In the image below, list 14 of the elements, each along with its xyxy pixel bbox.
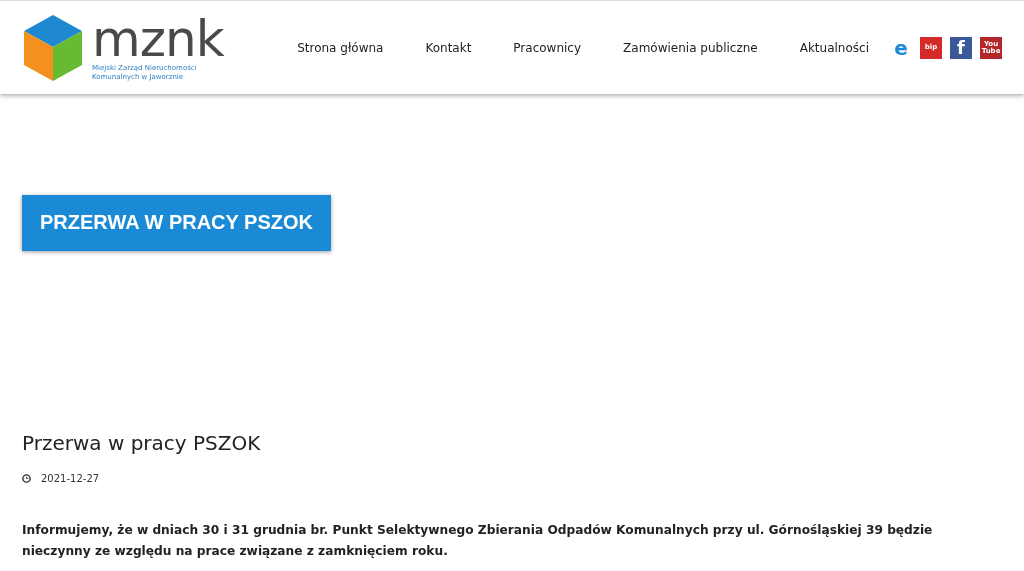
nav-link[interactable]: Strona główna: [276, 40, 405, 55]
cube-logo-icon: [22, 12, 84, 83]
nav-link[interactable]: Zamówienia publiczne: [602, 40, 779, 55]
banner-title: PRZERWA W PRACY PSZOK: [22, 195, 331, 251]
facebook-link[interactable]: f: [950, 36, 972, 59]
article-body: Informujemy, że w dniach 30 i 31 grudnia br. Punkt Selektywnego Zbierania Odpadów Komunalnych przy ul. Górnośląskiej 39 będzie nieczynny ze względu na prace związane z zamknięciem roku.: [22, 522, 934, 560]
article-date: 2021-12-27: [41, 473, 100, 484]
nav-link[interactable]: Pracownicy: [492, 40, 603, 55]
nav-link[interactable]: Aktualności: [778, 40, 890, 55]
clock-icon: [22, 474, 31, 483]
nav-link[interactable]: Kontakt: [404, 40, 493, 55]
e-link[interactable]: e: [890, 36, 912, 59]
article-title: Przerwa w pracy PSZOK: [22, 431, 262, 455]
logo-wordmark: mznk: [92, 13, 224, 64]
